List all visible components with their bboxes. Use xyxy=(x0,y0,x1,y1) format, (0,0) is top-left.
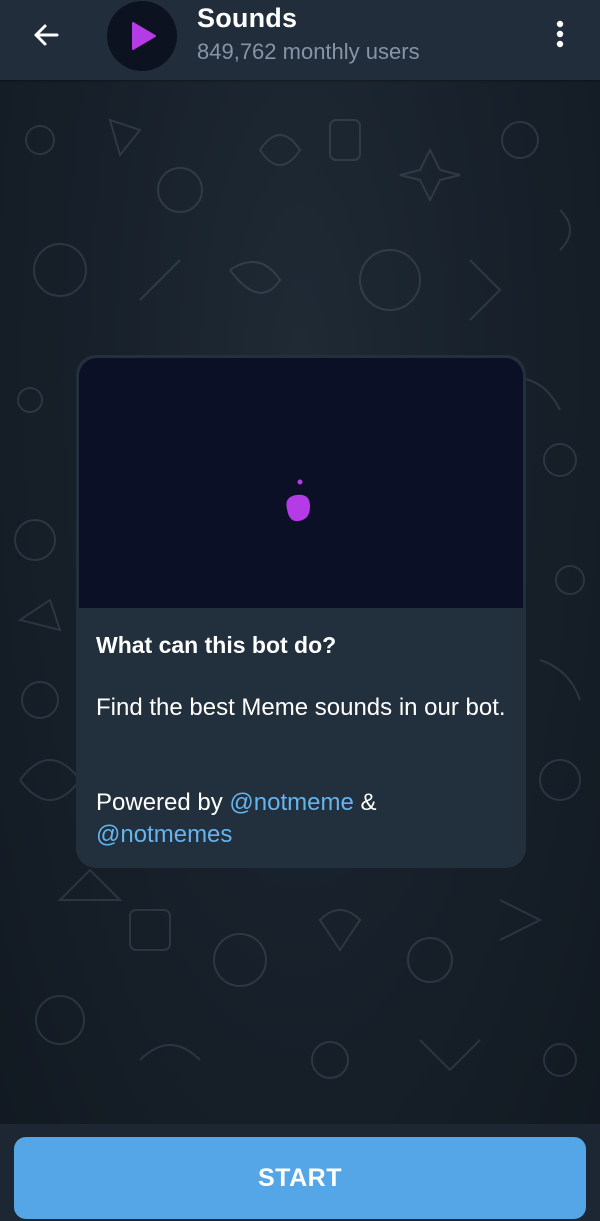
arrow-left-icon xyxy=(34,24,59,46)
chat-header: Sounds 849,762 monthly users xyxy=(0,0,600,80)
start-button[interactable]: START xyxy=(14,1137,586,1219)
bot-description: Find the best Meme sounds in our bot. xyxy=(96,694,506,721)
powered-by-joiner: & xyxy=(353,789,377,816)
chat-title[interactable]: Sounds xyxy=(197,2,297,34)
bot-info-card: What can this bot do? Find the best Meme… xyxy=(76,355,526,868)
chat-screen: Sounds 849,762 monthly users What can th… xyxy=(0,0,600,1221)
monthly-users-count: 849,762 monthly users xyxy=(197,39,420,64)
notmemes-link[interactable]: @notmemes xyxy=(96,821,232,848)
powered-by-line: Powered by @notmeme & @notmemes xyxy=(96,787,516,851)
bot-avatar[interactable] xyxy=(107,1,177,71)
powered-by-prefix: Powered by xyxy=(96,789,230,816)
card-heading: What can this bot do? xyxy=(96,632,337,658)
vertical-dots-icon xyxy=(556,20,564,48)
notmeme-link[interactable]: @notmeme xyxy=(229,789,353,816)
bot-preview-media[interactable] xyxy=(79,358,523,608)
purple-blob-icon xyxy=(286,479,310,522)
back-button[interactable] xyxy=(22,13,70,57)
more-menu-button[interactable] xyxy=(540,12,580,56)
play-triangle-icon xyxy=(132,22,156,50)
